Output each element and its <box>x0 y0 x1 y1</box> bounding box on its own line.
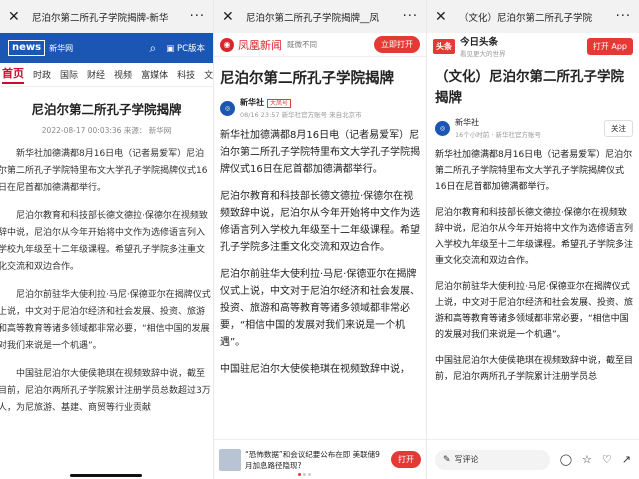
xinhua-panel: ✕ 尼泊尔第二所孔子学院揭牌-新华 ··· news 新华网 ⌕ ▣ PC版本 … <box>0 0 213 479</box>
like-icon[interactable]: ♡ <box>602 453 612 466</box>
app-slogan: 看见更大的世界 <box>460 50 506 58</box>
xinhua-header: news 新华网 ⌕ ▣ PC版本 <box>0 33 213 63</box>
close-icon[interactable]: ✕ <box>435 9 453 25</box>
search-icon[interactable]: ⌕ <box>149 41 156 56</box>
banner-thumbnail <box>219 448 241 471</box>
article-paragraph: 尼泊尔教育和科技部长德文德拉·保德尔在视频致辞中说，尼泊尔从今年开始将中文作为选… <box>220 191 420 253</box>
home-indicator[interactable] <box>70 474 142 477</box>
comment-placeholder: 写评论 <box>454 455 479 464</box>
article-body: 新华社加德满都8月16日电（记者易爱军）尼泊尔第二所孔子学院特里布文大学孔子学院… <box>214 119 426 378</box>
xinhua-brand: 新华网 <box>49 43 74 53</box>
article-paragraph: 尼泊尔教育和科技部长德文德拉·保德尔在视频致辞中说，尼泊尔从今年开始将中文作为选… <box>435 208 634 266</box>
article-paragraph: 新华社加德满都8月16日电（记者易爱军）尼泊尔第二所孔子学院特里布文大学孔子学院… <box>435 150 633 192</box>
toutiao-header: 头条 今日头条 看见更大的世界 打开 App <box>427 33 639 59</box>
wechat-page-title: 尼泊尔第二所孔子学院揭牌-新华 <box>32 12 169 24</box>
comment-input[interactable]: ✎ 写评论 <box>435 449 550 470</box>
article-title: （文化）尼泊尔第二所孔子学院揭牌 <box>435 69 624 106</box>
author-name[interactable]: 新华社 <box>240 98 264 107</box>
toutiao-logo: 头条 <box>433 38 455 54</box>
xinhua-nav: 首页 时政 国际 财经 视频 富媒体 科技 文 <box>0 63 213 87</box>
nav-item[interactable]: 财经 <box>87 68 105 81</box>
nav-item[interactable]: 视频 <box>114 68 132 81</box>
nav-item[interactable]: 富媒体 <box>141 68 168 81</box>
xinhua-logo[interactable]: news <box>8 40 46 56</box>
ifeng-panel: ✕ 尼泊尔第二所孔子学院揭牌__凤 ··· ◉ 凤凰新闻 既微不同 立即打开 尼… <box>213 0 426 479</box>
toutiao-panel: ✕ （文化）尼泊尔第二所孔子学院 ··· 头条 今日头条 看见更大的世界 打开 … <box>426 0 639 479</box>
banner-text: “恐怖数据”和会议纪要公布在即 美联储9月加息路径隐现? <box>245 449 380 470</box>
article-paragraph: 尼泊尔前驻华大使利拉·马尼·保德亚尔在揭牌仪式上说，中文对于尼泊尔经济和社会发展… <box>435 282 634 340</box>
article-paragraph: 尼泊尔前驻华大使利拉·马尼·保德亚尔在揭牌仪式上说，中文对于尼泊尔经济和社会发展… <box>0 290 211 351</box>
article-meta: 16个小时前 · 新华社官方账号 <box>455 131 541 139</box>
share-icon[interactable]: ↗ <box>622 453 631 466</box>
pen-icon: ✎ <box>443 454 451 465</box>
nav-item[interactable]: 文 <box>204 68 213 81</box>
follow-button[interactable]: 关注 <box>604 119 633 137</box>
pc-version-button[interactable]: ▣ PC版本 <box>166 42 205 54</box>
nav-item[interactable]: 国际 <box>60 68 78 81</box>
close-icon[interactable]: ✕ <box>8 9 26 25</box>
article-paragraph: 中国驻尼泊尔大使侯艳琪在视频致辞中说，截至目前，尼泊尔两所孔子学院累计注册学员总… <box>0 369 211 413</box>
article-paragraph: 中国驻尼泊尔大使侯艳琪在视频致辞中说，截至目前，尼泊尔两所孔子学院累计注册学员总 <box>435 356 634 382</box>
wechat-page-title: 尼泊尔第二所孔子学院揭牌__凤 <box>246 12 380 24</box>
star-icon[interactable]: ☆ <box>582 453 592 466</box>
nav-item[interactable]: 时政 <box>33 68 51 81</box>
action-bar: ✎ 写评论 ◯ ☆ ♡ ↗ <box>427 439 639 479</box>
ifeng-brand: 凤凰新闻 <box>238 38 282 52</box>
nav-item[interactable]: 首页 <box>2 65 24 84</box>
article-title: 尼泊尔第二所孔子学院揭牌 <box>31 102 182 117</box>
avatar[interactable]: ◎ <box>435 120 450 136</box>
article-paragraph: 中国驻尼泊尔大使侯艳琪在视频致辞中说， <box>220 364 410 375</box>
author-badge: 大凤号 <box>267 99 292 108</box>
article-paragraph: 新华社加德满都8月16日电（记者易爱军）尼泊尔第二所孔子学院特里布文大学孔子学院… <box>220 130 420 175</box>
article-paragraph: 尼泊尔教育和科技部长德文德拉·保德尔在视频致辞中说，尼泊尔从今年开始将中文作为选… <box>0 211 208 272</box>
comment-icon[interactable]: ◯ <box>560 453 572 466</box>
carousel-dots <box>298 473 311 476</box>
recommend-banner[interactable]: “恐怖数据”和会议纪要公布在即 美联储9月加息路径隐现? 打开 <box>214 439 426 479</box>
article-paragraph: 新华社加德满都8月16日电（记者易爱军）尼泊尔第二所孔子学院特里布文大学孔子学院… <box>0 149 208 193</box>
article-title: 尼泊尔第二所孔子学院揭牌 <box>220 71 394 87</box>
nav-item[interactable]: 科技 <box>177 68 195 81</box>
wechat-title-bar: ✕ 尼泊尔第二所孔子学院揭牌__凤 ··· <box>214 0 426 33</box>
pc-version-label: PC版本 <box>176 44 205 54</box>
author-row: ◎ 新华社 大凤号 08/16 23:57 新华社官方账号 来自北京市 <box>214 88 426 119</box>
banner-open-button[interactable]: 打开 <box>391 451 421 468</box>
app-name: 今日头条 <box>460 37 499 48</box>
more-icon[interactable]: ··· <box>616 9 631 24</box>
avatar[interactable]: ◎ <box>220 100 235 116</box>
more-icon[interactable]: ··· <box>190 9 205 24</box>
wechat-title-bar: ✕ 尼泊尔第二所孔子学院揭牌-新华 ··· <box>0 0 213 33</box>
article-body: 新华社加德满都8月16日电（记者易爱军）尼泊尔第二所孔子学院特里布文大学孔子学院… <box>427 139 639 385</box>
article-meta: 2022-08-17 00:03:36 来源： 新华网 <box>41 126 172 135</box>
more-icon[interactable]: ··· <box>403 9 418 24</box>
article-body: 新华社加德满都8月16日电（记者易爱军）尼泊尔第二所孔子学院特里布文大学孔子学院… <box>0 136 213 417</box>
article-meta: 08/16 23:57 新华社官方账号 来自北京市 <box>240 111 362 119</box>
close-icon[interactable]: ✕ <box>222 9 240 25</box>
author-row: ◎ 新华社 16个小时前 · 新华社官方账号 关注 <box>427 109 639 139</box>
article-paragraph: 尼泊尔前驻华大使利拉·马尼·保德亚尔在揭牌仪式上说，中文对于尼泊尔经济和社会发展… <box>220 269 420 348</box>
open-app-button[interactable]: 立即打开 <box>374 36 420 53</box>
author-name[interactable]: 新华社 <box>455 117 604 128</box>
wechat-page-title: （文化）尼泊尔第二所孔子学院 <box>459 12 593 24</box>
ifeng-logo-icon: ◉ <box>220 37 234 52</box>
wechat-title-bar: ✕ （文化）尼泊尔第二所孔子学院 ··· <box>427 0 639 33</box>
ifeng-header: ◉ 凤凰新闻 既微不同 立即打开 <box>214 33 426 57</box>
ifeng-slogan: 既微不同 <box>287 40 317 49</box>
open-app-button[interactable]: 打开 App <box>586 37 633 55</box>
